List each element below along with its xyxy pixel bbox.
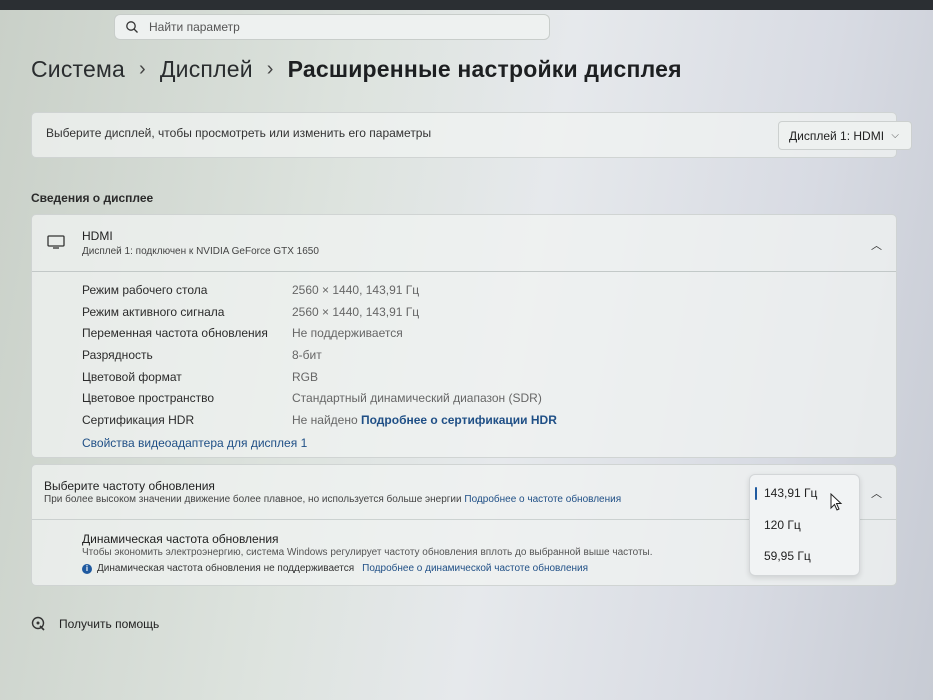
chevron-right-icon: › — [139, 58, 146, 80]
display-subtitle: Дисплей 1: подключен к NVIDIA GeForce GT… — [82, 246, 319, 257]
dynamic-refresh-link[interactable]: Подробнее о динамической частоте обновле… — [362, 563, 588, 574]
display-dropdown-value: Дисплей 1: HDMI — [789, 129, 885, 143]
display-dropdown[interactable]: Дисплей 1: HDMI ⌵ — [778, 121, 912, 150]
info-label: Разрядность — [82, 348, 153, 362]
display-name: HDMI — [82, 229, 113, 243]
display-select-card: Выберите дисплей, чтобы просмотреть или … — [31, 112, 912, 158]
info-label: Цветовой формат — [82, 370, 182, 384]
get-help-link[interactable]: Получить помощь — [31, 616, 159, 632]
search-placeholder: Найти параметр — [149, 20, 240, 34]
dynamic-refresh-note: i Динамическая частота обновления не под… — [82, 563, 588, 574]
refresh-rate-desc: При более высоком значении движение боле… — [44, 494, 621, 505]
info-value: RGB — [292, 370, 319, 384]
search-input[interactable]: Найти параметр — [114, 14, 550, 40]
refresh-rate-desc-text: При более высоком значении движение боле… — [44, 494, 462, 505]
breadcrumb: Система › Дисплей › Расширенные настройк… — [31, 56, 682, 83]
display-select-label: Выберите дисплей, чтобы просмотреть или … — [46, 126, 432, 140]
info-value: Стандартный динамический диапазон (SDR) — [292, 391, 542, 405]
chevron-up-icon[interactable]: ︿ — [871, 237, 882, 253]
get-help-label: Получить помощь — [59, 617, 160, 631]
chevron-down-icon: ⌵ — [891, 130, 899, 141]
dynamic-refresh-title: Динамическая частота обновления — [82, 532, 279, 546]
refresh-rate-link[interactable]: Подробнее о частоте обновления — [464, 494, 621, 505]
info-label: Режим активного сигнала — [82, 305, 225, 319]
adapter-properties-link[interactable]: Свойства видеоадаптера для дисплея 1 — [82, 436, 307, 450]
refresh-rate-title: Выберите частоту обновления — [44, 479, 215, 493]
breadcrumb-system[interactable]: Система — [31, 56, 125, 83]
dynamic-refresh-note-text: Динамическая частота обновления не подде… — [97, 563, 355, 574]
page-title: Расширенные настройки дисплея — [287, 56, 682, 82]
info-icon: i — [82, 563, 92, 574]
refresh-option[interactable]: 120 Гц — [764, 518, 801, 532]
refresh-option[interactable]: 59,95 Гц — [764, 549, 811, 563]
help-chat-icon — [31, 616, 45, 631]
refresh-rate-dropdown-list: 143,91 Гц 120 Гц 59,95 Гц — [749, 474, 860, 576]
dynamic-refresh-desc: Чтобы экономить электроэнергию, система … — [82, 547, 653, 558]
info-value: Не поддерживается — [292, 326, 403, 340]
info-label: Сертификация HDR — [82, 413, 195, 427]
breadcrumb-display[interactable]: Дисплей — [160, 56, 253, 83]
info-value: 2560 × 1440, 143,91 Гц — [292, 283, 420, 297]
search-icon — [126, 21, 138, 33]
info-value: 8-бит — [292, 348, 322, 362]
display-info-header[interactable]: HDMI Дисплей 1: подключен к NVIDIA GeFor… — [32, 215, 896, 272]
info-value-hdr: Не найдено Подробнее о сертификации HDR — [292, 413, 557, 427]
section-title-display-info: Сведения о дисплее — [31, 191, 154, 205]
refresh-option-selected[interactable]: 143,91 Гц — [754, 486, 817, 500]
hdr-certification-link[interactable]: Подробнее о сертификации HDR — [361, 413, 557, 427]
chevron-up-icon[interactable]: ︿ — [871, 485, 882, 501]
display-info-card: HDMI Дисплей 1: подключен к NVIDIA GeFor… — [31, 214, 897, 458]
chevron-right-icon: › — [266, 58, 274, 80]
window-top-bar — [0, 0, 933, 10]
info-label: Переменная частота обновления — [82, 326, 268, 340]
info-value: 2560 × 1440, 143,91 Гц — [292, 305, 420, 319]
hdr-value: Не найдено — [292, 413, 358, 427]
info-label: Режим рабочего стола — [82, 283, 208, 297]
info-label: Цветовое пространство — [82, 391, 215, 405]
mouse-cursor-icon — [830, 493, 843, 511]
monitor-icon — [47, 235, 65, 249]
